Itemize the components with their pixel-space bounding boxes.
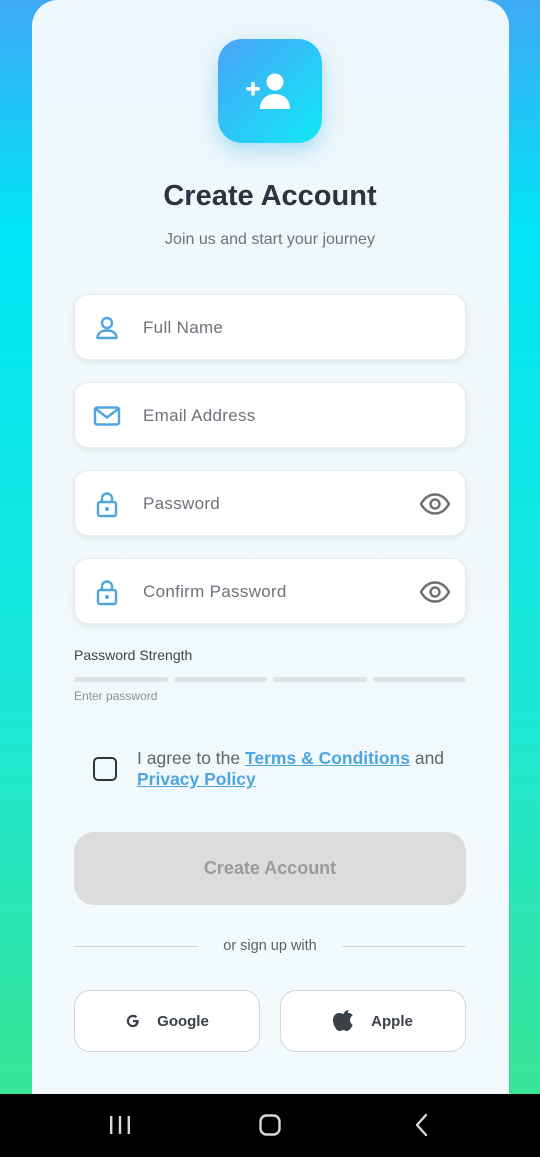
strength-segment <box>372 677 466 682</box>
divider-right <box>342 946 466 947</box>
google-signup-button[interactable]: Google <box>74 990 260 1052</box>
email-placeholder: Email Address <box>143 406 256 425</box>
google-label: Google <box>157 1012 209 1030</box>
logo-badge <box>218 39 322 143</box>
eye-icon[interactable] <box>419 577 451 607</box>
page-subtitle: Join us and start your journey <box>165 231 375 248</box>
divider-text: or sign up with <box>223 938 317 954</box>
google-icon <box>126 1014 139 1028</box>
back-icon[interactable] <box>402 1108 442 1142</box>
lock-icon <box>96 580 118 606</box>
agree-prefix: I agree to the <box>137 748 245 768</box>
system-navigation-bar <box>0 1094 540 1157</box>
home-icon[interactable] <box>250 1108 290 1142</box>
apple-label: Apple <box>371 1012 413 1030</box>
terms-checkbox[interactable] <box>93 757 117 781</box>
full-name-placeholder: Full Name <box>143 318 224 337</box>
strength-segment <box>173 677 267 682</box>
agree-middle: and <box>409 748 445 768</box>
password-strength-hint: Enter password <box>74 689 158 703</box>
create-account-button[interactable]: Create Account <box>74 832 466 905</box>
apple-icon <box>333 1010 353 1031</box>
password-strength-meter <box>74 677 466 682</box>
terms-link[interactable]: Terms & Conditions <box>245 748 410 768</box>
privacy-policy-link[interactable]: Privacy Policy <box>137 769 256 789</box>
confirm-password-placeholder: Confirm Password <box>143 582 287 601</box>
password-field[interactable]: Password <box>74 470 466 536</box>
apple-signup-button[interactable]: Apple <box>280 990 466 1052</box>
strength-segment <box>74 677 168 682</box>
add-user-icon <box>246 73 290 109</box>
recents-icon[interactable] <box>100 1108 140 1142</box>
terms-agreement-text: I agree to the Terms & Conditions and Pr… <box>137 748 467 790</box>
person-icon <box>96 316 118 340</box>
page-title: Create Account <box>163 180 377 212</box>
full-name-field[interactable]: Full Name <box>74 294 466 360</box>
mail-icon <box>93 406 121 426</box>
signup-card <box>32 0 509 1094</box>
divider-left <box>74 946 198 947</box>
eye-icon[interactable] <box>419 489 451 519</box>
email-field[interactable]: Email Address <box>74 382 466 448</box>
password-strength-label: Password Strength <box>74 647 193 663</box>
password-placeholder: Password <box>143 494 221 513</box>
strength-segment <box>273 677 367 682</box>
lock-icon <box>96 492 118 518</box>
confirm-password-field[interactable]: Confirm Password <box>74 558 466 624</box>
